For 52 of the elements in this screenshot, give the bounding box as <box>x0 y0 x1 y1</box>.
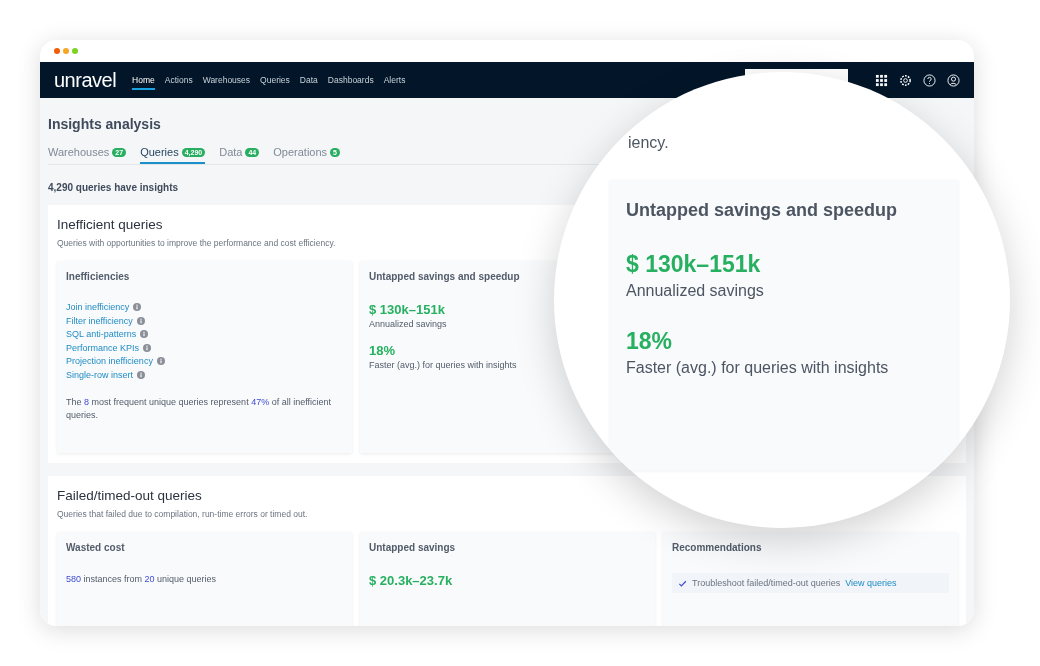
info-icon[interactable] <box>136 316 145 325</box>
logo[interactable]: unravel <box>54 70 117 90</box>
nav-item[interactable]: Home <box>132 70 155 90</box>
nav-item[interactable]: Alerts <box>383 70 406 90</box>
nav-item[interactable]: Warehouses <box>202 70 251 90</box>
apps-grid-icon[interactable] <box>875 73 888 87</box>
summary-text: 4,290 queries have insights <box>48 182 180 193</box>
card-title: Untapped savings and speedup <box>626 200 899 221</box>
metric-label: Annualized savings <box>369 319 448 329</box>
section-title: Failed/timed-out queries <box>57 488 203 503</box>
window-dot[interactable] <box>72 48 78 54</box>
summary-note: 580 instances from 20 unique queries <box>66 573 218 586</box>
window-dot[interactable] <box>54 48 60 54</box>
help-icon[interactable] <box>923 73 936 87</box>
info-icon[interactable] <box>133 303 142 311</box>
info-icon[interactable] <box>140 330 149 338</box>
summary-note: The 8 most frequent unique queries represent 47% of all inefficient queries. <box>66 395 333 422</box>
card-title: Untapped savings <box>369 542 457 553</box>
section-description: Queries that failed due to compilation, run-time errors or timed out. <box>57 509 309 519</box>
inefficiency-link[interactable]: Join inefficiency <box>66 302 130 312</box>
metric-label: Faster (avg.) for queries with insights <box>626 359 890 377</box>
inefficiency-link[interactable]: Performance KPIs <box>66 342 140 353</box>
card-title: Recommendations <box>672 542 763 553</box>
page-title: Insights analysis <box>48 116 162 132</box>
window-dot[interactable] <box>63 48 69 54</box>
metric-label: Annualized savings <box>626 282 765 300</box>
inefficiency-link[interactable]: Single-row insert <box>66 369 134 380</box>
info-icon[interactable] <box>143 343 152 352</box>
metric-value: 18% <box>626 328 674 355</box>
user-icon[interactable] <box>947 73 960 87</box>
inefficiency-link[interactable]: SQL anti-patterns <box>66 329 137 339</box>
card-title: Wasted cost <box>66 542 126 553</box>
card-title: Inefficiencies <box>66 271 131 282</box>
settings-icon[interactable] <box>899 73 912 87</box>
metric-value: $ 130k–151k <box>369 302 446 317</box>
info-icon[interactable] <box>156 357 165 365</box>
metric-value: 18% <box>369 343 397 358</box>
info-icon[interactable] <box>137 370 146 379</box>
metric-value: $ 130k–151k <box>626 251 762 278</box>
inefficiency-link[interactable]: Projection inefficiency <box>66 356 153 366</box>
nav-item[interactable]: Actions <box>164 70 193 90</box>
section-description: Queries with opportunities to improve the performance and cost efficiency. <box>57 238 337 248</box>
inefficiency-link[interactable]: Filter inefficiency <box>66 315 133 326</box>
magnified-text: iency. <box>628 134 669 152</box>
nav-item[interactable]: Queries <box>260 70 290 90</box>
nav-item[interactable]: Data <box>299 70 318 90</box>
card-title: Untapped savings and speedup <box>369 271 521 282</box>
metric-value: $ 20.3k–23.7k <box>369 573 454 588</box>
recommendation-text: Troubleshoot failed/timed-out queries <box>692 578 841 588</box>
view-queries-link[interactable]: View queries <box>845 578 897 588</box>
section-title: Inefficient queries <box>57 217 164 232</box>
nav-item[interactable]: Dashboards <box>327 70 374 90</box>
